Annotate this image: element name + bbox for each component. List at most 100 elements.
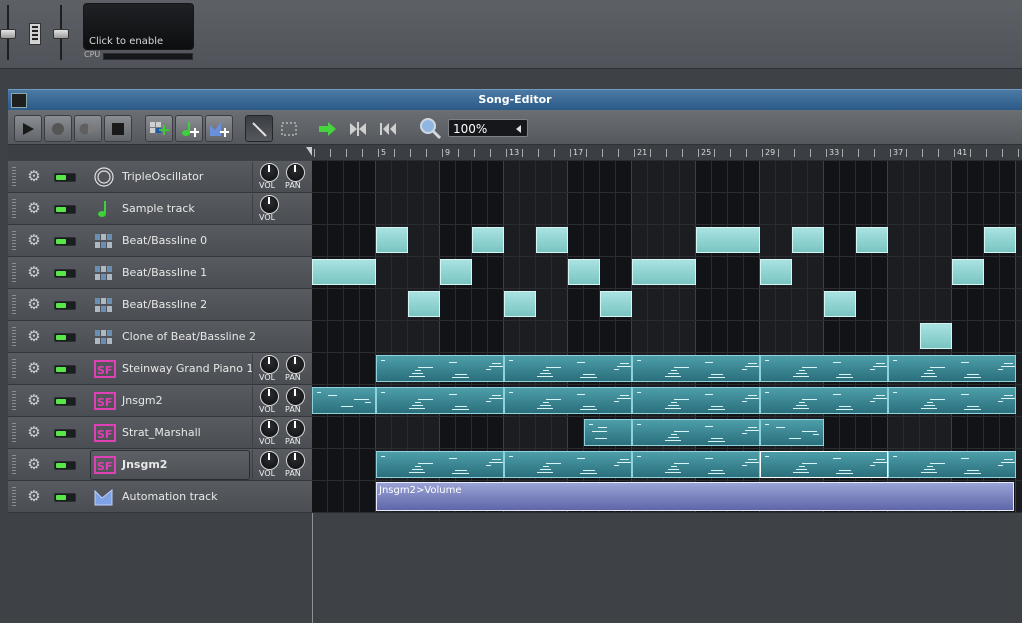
beat-bassline-clip[interactable]	[920, 323, 952, 349]
pattern-clip[interactable]	[888, 451, 1016, 478]
beat-bassline-clip[interactable]	[536, 227, 568, 253]
beat-bassline-clip[interactable]	[984, 227, 1016, 253]
beat-bassline-clip[interactable]	[600, 291, 632, 317]
drag-handle-icon[interactable]	[12, 487, 16, 507]
master-pitch-slider[interactable]	[53, 5, 69, 60]
pan-knob[interactable]	[286, 163, 305, 182]
pattern-clip[interactable]	[504, 451, 632, 478]
vol-knob[interactable]	[260, 163, 279, 182]
record-while-playing-button[interactable]	[74, 115, 102, 142]
track-name[interactable]: Steinway Grand Piano 1	[122, 362, 253, 375]
beat-bassline-clip[interactable]	[504, 291, 536, 317]
add-beat-bassline-button[interactable]	[145, 115, 173, 142]
pattern-clip[interactable]	[888, 387, 1016, 414]
beat-bassline-clip[interactable]	[760, 259, 792, 285]
track-lane[interactable]	[312, 193, 1022, 225]
track-name[interactable]: Beat/Bassline 2	[122, 298, 207, 311]
beat-bassline-clip[interactable]	[952, 259, 984, 285]
gear-icon[interactable]: ⚙	[26, 296, 42, 312]
pattern-clip[interactable]	[376, 387, 504, 414]
drag-handle-icon[interactable]	[12, 455, 16, 475]
mute-toggle[interactable]	[54, 365, 76, 374]
edit-mode-button[interactable]	[275, 115, 303, 142]
track-name[interactable]: Clone of Beat/Bassline 2	[122, 330, 256, 343]
pattern-clip[interactable]	[376, 451, 504, 478]
mute-toggle[interactable]	[54, 237, 76, 246]
beat-bassline-clip[interactable]	[440, 259, 472, 285]
pattern-clip[interactable]	[504, 387, 632, 414]
drag-handle-icon[interactable]	[12, 231, 16, 251]
track-name[interactable]: Jnsgm2	[122, 458, 167, 471]
pan-knob[interactable]	[286, 355, 305, 374]
pattern-clip[interactable]	[760, 451, 888, 478]
gear-icon[interactable]: ⚙	[26, 392, 42, 408]
vol-knob[interactable]	[260, 355, 279, 374]
pattern-clip[interactable]	[632, 387, 760, 414]
drag-handle-icon[interactable]	[12, 359, 16, 379]
timeline-ruler[interactable]: 5 9 13 17 21 25 29 33 37 41	[312, 145, 1022, 161]
zoom-select[interactable]: 100%	[448, 119, 528, 137]
track-name[interactable]: Beat/Bassline 1	[122, 266, 207, 279]
mute-toggle[interactable]	[54, 493, 76, 502]
track-name[interactable]: Beat/Bassline 0	[122, 234, 207, 247]
beat-bassline-clip[interactable]	[312, 259, 376, 285]
drag-handle-icon[interactable]	[12, 167, 16, 187]
track-header[interactable]: ⚙ Clone of Beat/Bassline 2	[8, 321, 312, 353]
track-lane[interactable]	[312, 225, 1022, 257]
beat-bassline-clip[interactable]	[472, 227, 504, 253]
beat-bassline-clip[interactable]	[376, 227, 408, 253]
gear-icon[interactable]: ⚙	[26, 360, 42, 376]
automation-clip[interactable]: Jnsgm2>Volume	[376, 482, 1014, 511]
track-name[interactable]: Strat_Marshall	[122, 426, 201, 439]
mute-toggle[interactable]	[54, 173, 76, 182]
beat-bassline-clip[interactable]	[568, 259, 600, 285]
master-pitch-slider-handle[interactable]	[53, 29, 69, 39]
gear-icon[interactable]: ⚙	[26, 200, 42, 216]
mute-toggle[interactable]	[54, 205, 76, 214]
drag-handle-icon[interactable]	[12, 391, 16, 411]
mute-toggle[interactable]	[54, 429, 76, 438]
auto-scroll-button[interactable]	[314, 115, 342, 142]
master-volume-slider[interactable]	[0, 5, 16, 60]
gear-icon[interactable]: ⚙	[26, 424, 42, 440]
drag-handle-icon[interactable]	[12, 327, 16, 347]
track-lane[interactable]: Jnsgm2>Volume	[312, 481, 1022, 513]
mute-toggle[interactable]	[54, 397, 76, 406]
pattern-clip[interactable]	[632, 451, 760, 478]
track-header[interactable]: ⚙ SF Strat_Marshall VOL PAN	[8, 417, 312, 449]
stop-behaviour-button[interactable]	[374, 115, 402, 142]
track-header[interactable]: ⚙ Sample track VOL	[8, 193, 312, 225]
track-header[interactable]: ⚙ Beat/Bassline 2	[8, 289, 312, 321]
pattern-clip[interactable]	[760, 355, 888, 382]
pattern-clip[interactable]	[504, 355, 632, 382]
track-lane[interactable]	[312, 161, 1022, 193]
cpu-graph[interactable]: Click to enable	[83, 3, 194, 50]
beat-bassline-clip[interactable]	[696, 227, 760, 253]
add-automation-track-button[interactable]	[205, 115, 233, 142]
beat-bassline-clip[interactable]	[856, 227, 888, 253]
loop-points-button[interactable]	[344, 115, 372, 142]
vol-knob[interactable]	[260, 195, 279, 214]
pattern-clip[interactable]	[312, 387, 376, 414]
vol-knob[interactable]	[260, 419, 279, 438]
pattern-clip[interactable]	[584, 419, 632, 446]
pattern-clip[interactable]	[632, 419, 760, 446]
track-header[interactable]: ⚙ Beat/Bassline 1	[8, 257, 312, 289]
pan-knob[interactable]	[286, 419, 305, 438]
track-lane[interactable]	[312, 353, 1022, 385]
pattern-clip[interactable]	[760, 419, 824, 446]
add-sample-track-button[interactable]	[175, 115, 203, 142]
track-lane[interactable]	[312, 449, 1022, 481]
master-volume-handle[interactable]	[0, 29, 16, 39]
vol-knob[interactable]	[260, 387, 279, 406]
track-lane[interactable]	[312, 417, 1022, 449]
mute-toggle[interactable]	[54, 461, 76, 470]
track-lane[interactable]	[312, 289, 1022, 321]
window-titlebar[interactable]: Song-Editor	[8, 89, 1022, 110]
pattern-clip[interactable]	[888, 355, 1016, 382]
track-name[interactable]: Jnsgm2	[122, 394, 163, 407]
draw-mode-button[interactable]	[245, 115, 273, 142]
track-name[interactable]: TripleOscillator	[122, 170, 203, 183]
drag-handle-icon[interactable]	[12, 295, 16, 315]
track-name[interactable]: Automation track	[122, 490, 218, 503]
